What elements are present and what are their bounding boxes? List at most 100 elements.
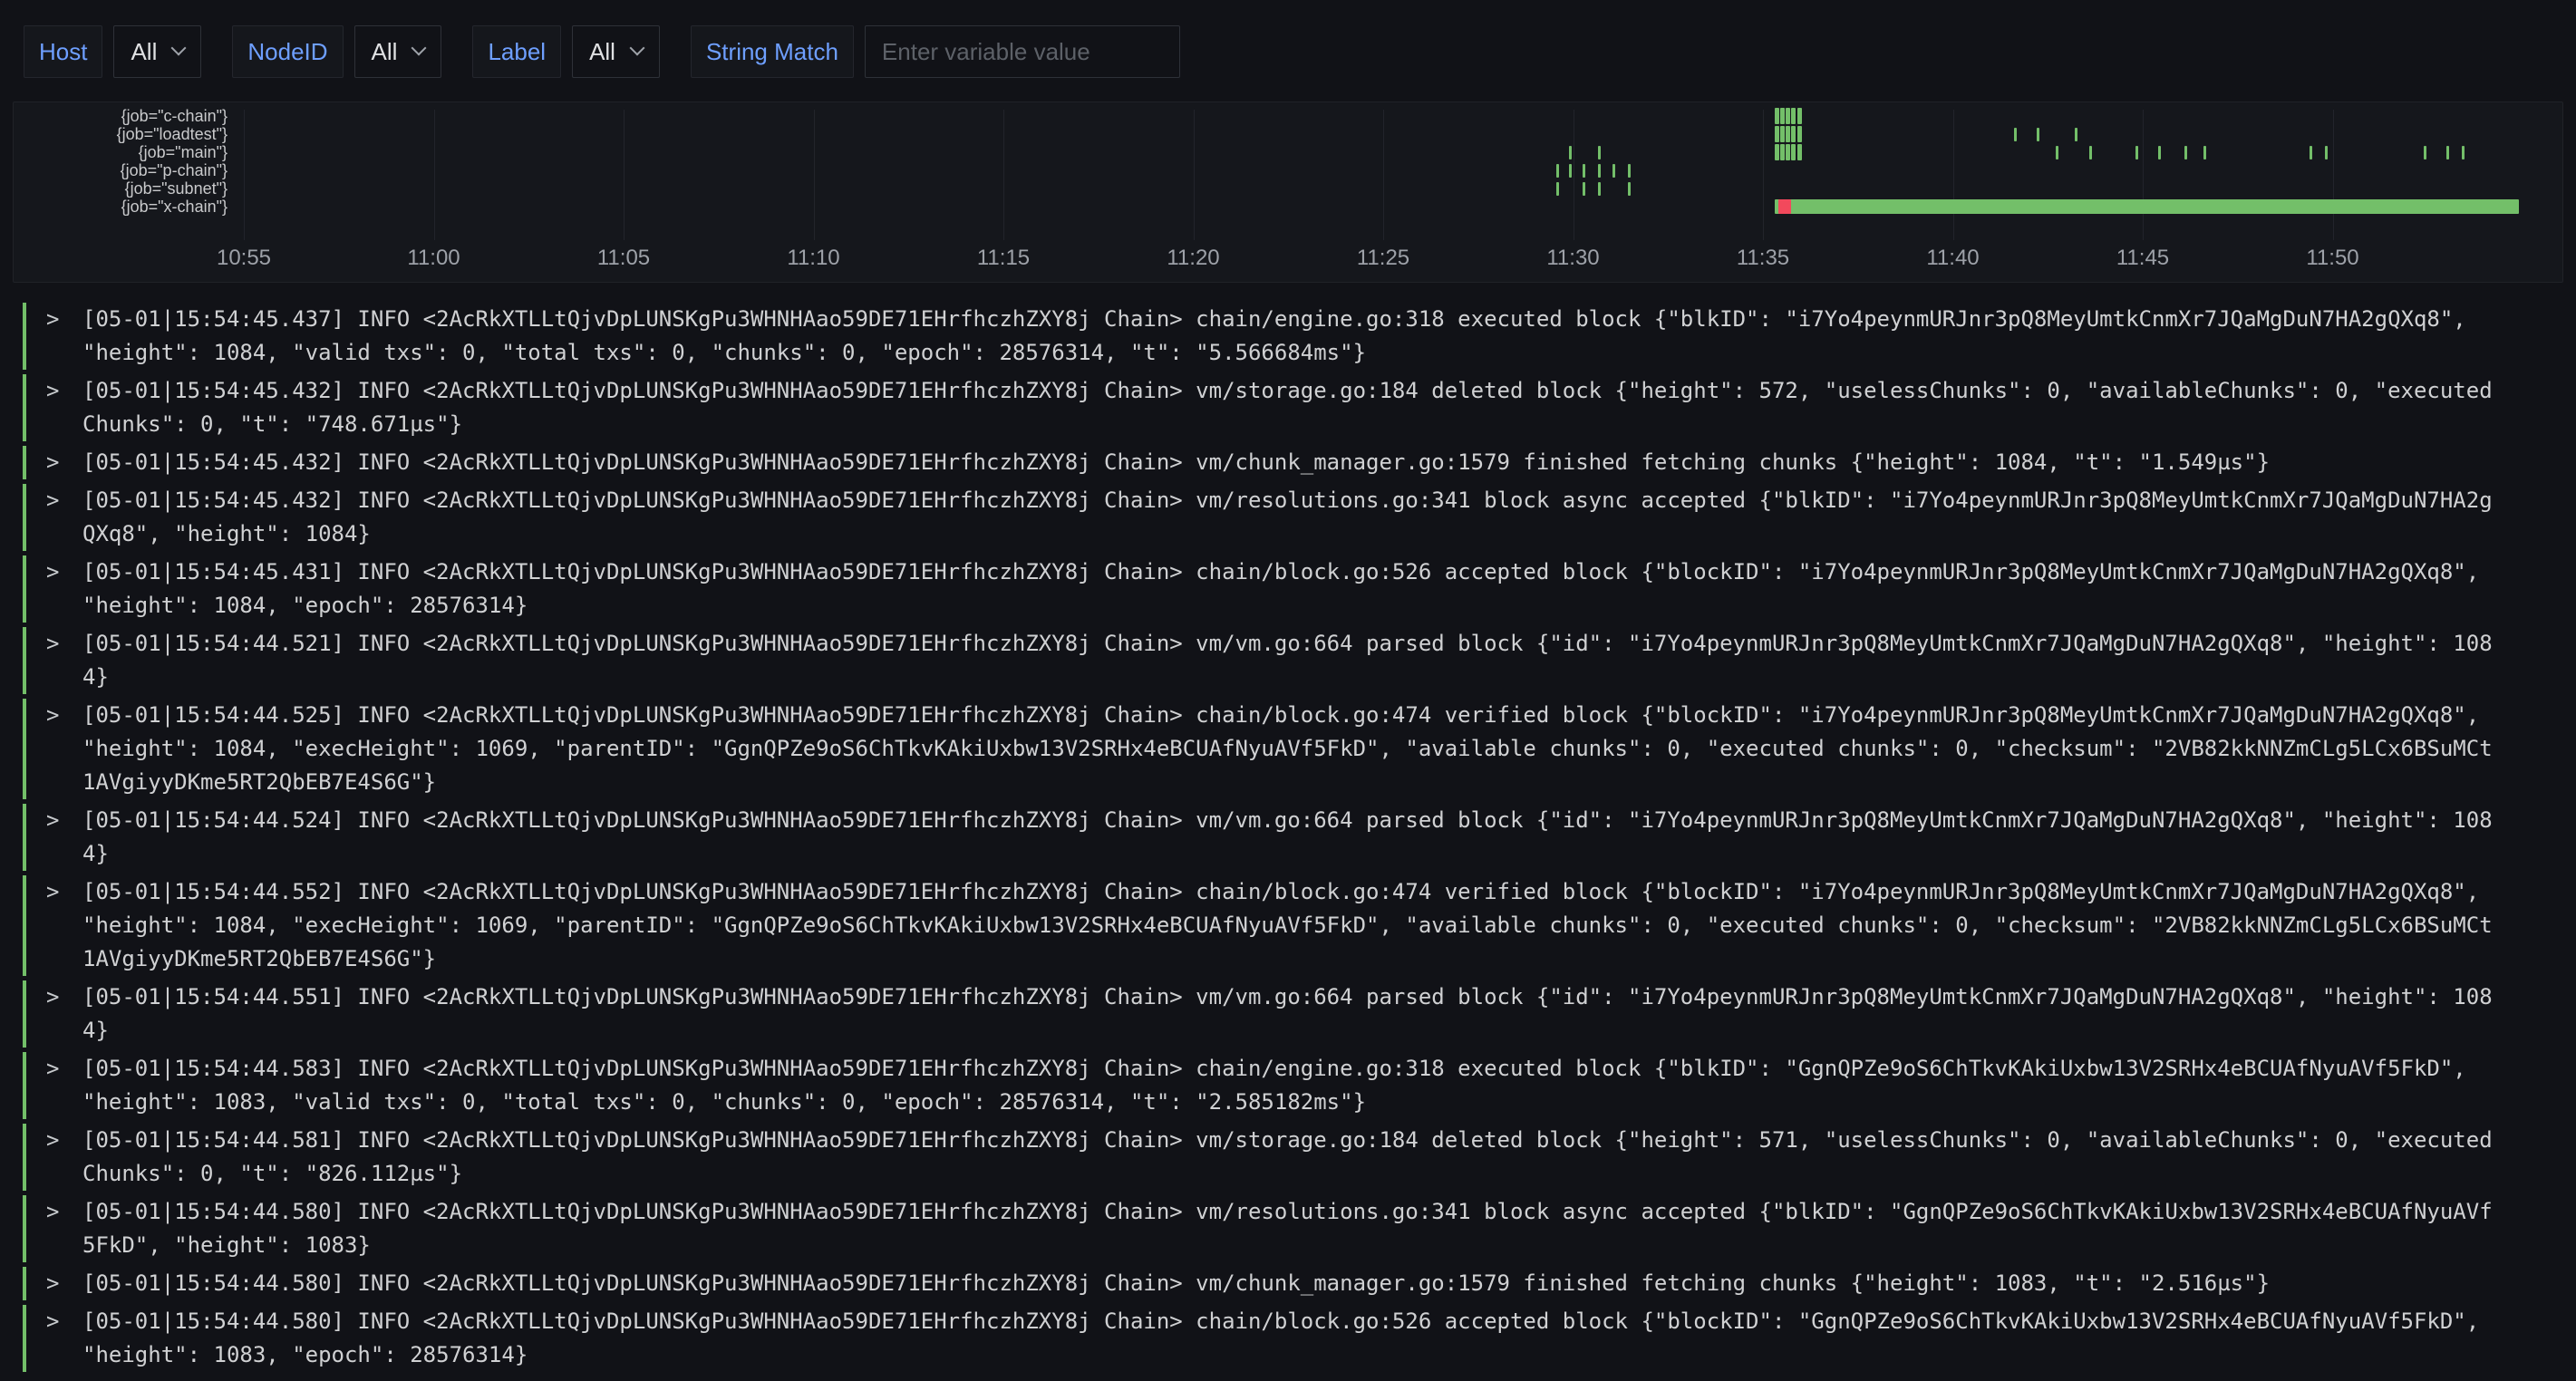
grid-line [1194, 110, 1195, 240]
log-row[interactable]: >[05-01|15:54:44.524] INFO <2AcRkXTLLtQj… [23, 804, 2563, 871]
expand-log-icon[interactable]: > [46, 1124, 82, 1191]
variable-host-value: All [131, 38, 157, 66]
time-tick-label: 11:05 [569, 246, 678, 271]
grid-line [1003, 110, 1004, 240]
log-volume-bar [1775, 199, 2519, 214]
log-row[interactable]: >[05-01|15:54:45.432] INFO <2AcRkXTLLtQj… [23, 484, 2563, 551]
variable-nodeid-select[interactable]: All [354, 25, 442, 78]
expand-log-icon[interactable]: > [46, 1052, 82, 1119]
log-row[interactable]: >[05-01|15:54:45.431] INFO <2AcRkXTLLtQj… [23, 555, 2563, 623]
expand-log-icon[interactable]: > [46, 1195, 82, 1262]
expand-log-icon[interactable]: > [46, 484, 82, 551]
expand-log-icon[interactable]: > [46, 446, 82, 479]
log-line-text: [05-01|15:54:44.525] INFO <2AcRkXTLLtQjv… [82, 699, 2493, 799]
variable-nodeid-label: NodeID [232, 25, 343, 78]
log-volume-mark [2014, 128, 2017, 141]
log-volume-mark [2462, 146, 2465, 159]
grid-line [624, 110, 625, 240]
expand-log-icon[interactable]: > [46, 980, 82, 1048]
log-volume-mark [1797, 126, 1802, 142]
log-line-text: [05-01|15:54:45.431] INFO <2AcRkXTLLtQjv… [82, 555, 2493, 623]
logs-panel: >[05-01|15:54:45.437] INFO <2AcRkXTLLtQj… [23, 303, 2563, 1372]
variable-label-select[interactable]: All [572, 25, 660, 78]
log-row[interactable]: >[05-01|15:54:44.521] INFO <2AcRkXTLLtQj… [23, 627, 2563, 694]
log-volume-mark [2325, 146, 2328, 159]
log-volume-mark [1775, 126, 1779, 142]
variable-string-match-input[interactable] [865, 25, 1180, 78]
log-row[interactable]: >[05-01|15:54:44.580] INFO <2AcRkXTLLtQj… [23, 1305, 2563, 1372]
lane-label: {job="loadtest"} [14, 125, 228, 143]
variable-label-value: All [589, 38, 615, 66]
log-line-text: [05-01|15:54:45.432] INFO <2AcRkXTLLtQjv… [82, 484, 2493, 551]
log-row[interactable]: >[05-01|15:54:45.432] INFO <2AcRkXTLLtQj… [23, 446, 2563, 479]
expand-log-icon[interactable]: > [46, 699, 82, 799]
log-line-text: [05-01|15:54:44.521] INFO <2AcRkXTLLtQjv… [82, 627, 2493, 694]
log-volume-mark [1780, 126, 1785, 142]
log-line-text: [05-01|15:54:44.551] INFO <2AcRkXTLLtQjv… [82, 980, 2493, 1048]
log-volume-mark [1780, 108, 1785, 124]
expand-log-icon[interactable]: > [46, 627, 82, 694]
log-row[interactable]: >[05-01|15:54:44.551] INFO <2AcRkXTLLtQj… [23, 980, 2563, 1048]
time-tick-label: 11:00 [380, 246, 489, 271]
log-volume-mark [2075, 128, 2077, 141]
log-row[interactable]: >[05-01|15:54:44.583] INFO <2AcRkXTLLtQj… [23, 1052, 2563, 1119]
lane-label: {job="p-chain"} [14, 161, 228, 179]
log-volume-mark [2135, 146, 2138, 159]
log-volume-mark [1583, 182, 1585, 196]
expand-log-icon[interactable]: > [46, 875, 82, 976]
log-row[interactable]: >[05-01|15:54:44.581] INFO <2AcRkXTLLtQj… [23, 1124, 2563, 1191]
variable-string-match: String Match [691, 25, 1180, 78]
expand-log-icon[interactable]: > [46, 374, 82, 441]
log-volume-mark [1786, 126, 1790, 142]
log-volume-mark [2310, 146, 2312, 159]
variable-nodeid-value: All [372, 38, 398, 66]
timeline-plot: 10:5511:0011:0511:1011:1511:2011:2511:30… [14, 102, 2562, 282]
log-line-text: [05-01|15:54:44.580] INFO <2AcRkXTLLtQjv… [82, 1195, 2493, 1262]
log-volume-mark [2203, 146, 2206, 159]
log-volume-mark [2184, 146, 2187, 159]
grid-line [814, 110, 815, 240]
log-volume-mark [1775, 144, 1779, 160]
grid-line [434, 110, 435, 240]
log-line-text: [05-01|15:54:44.524] INFO <2AcRkXTLLtQjv… [82, 804, 2493, 871]
variable-label-label: Label [472, 25, 561, 78]
log-row[interactable]: >[05-01|15:54:44.552] INFO <2AcRkXTLLtQj… [23, 875, 2563, 976]
variable-host-label: Host [24, 25, 102, 78]
variables-toolbar: Host All NodeID All Label All String Match [0, 0, 2576, 78]
expand-log-icon[interactable]: > [46, 1305, 82, 1372]
lane-label: {job="x-chain"} [14, 198, 228, 216]
chevron-down-icon [412, 41, 427, 56]
lane-label: {job="main"} [14, 143, 228, 161]
log-row[interactable]: >[05-01|15:54:45.432] INFO <2AcRkXTLLtQj… [23, 374, 2563, 441]
time-tick-label: 11:25 [1329, 246, 1438, 271]
log-line-text: [05-01|15:54:44.580] INFO <2AcRkXTLLtQjv… [82, 1267, 2493, 1300]
expand-log-icon[interactable]: > [46, 555, 82, 623]
log-row[interactable]: >[05-01|15:54:44.525] INFO <2AcRkXTLLtQj… [23, 699, 2563, 799]
expand-log-icon[interactable]: > [46, 1267, 82, 1300]
expand-log-icon[interactable]: > [46, 804, 82, 871]
log-volume-mark [1569, 164, 1572, 178]
log-line-text: [05-01|15:54:44.581] INFO <2AcRkXTLLtQjv… [82, 1124, 2493, 1191]
log-line-text: [05-01|15:54:44.580] INFO <2AcRkXTLLtQjv… [82, 1305, 2493, 1372]
expand-log-icon[interactable]: > [46, 303, 82, 370]
log-row[interactable]: >[05-01|15:54:44.580] INFO <2AcRkXTLLtQj… [23, 1195, 2563, 1262]
log-volume-mark [1569, 146, 1572, 159]
log-row[interactable]: >[05-01|15:54:44.580] INFO <2AcRkXTLLtQj… [23, 1267, 2563, 1300]
log-volume-mark [1786, 144, 1790, 160]
log-row[interactable]: >[05-01|15:54:45.437] INFO <2AcRkXTLLtQj… [23, 303, 2563, 370]
log-line-text: [05-01|15:54:45.432] INFO <2AcRkXTLLtQjv… [82, 446, 2493, 479]
log-volume-mark [1598, 146, 1601, 159]
log-volume-mark [1791, 108, 1796, 124]
variable-label: Label All [472, 25, 660, 78]
variable-host-select[interactable]: All [113, 25, 201, 78]
log-volume-mark [1598, 164, 1601, 178]
grid-line [1953, 110, 1954, 240]
time-tick-label: 11:45 [2088, 246, 2197, 271]
log-volume-mark [1583, 164, 1585, 178]
log-volume-mark [2158, 146, 2161, 159]
log-volume-mark [2446, 146, 2449, 159]
log-volume-timeline-panel[interactable]: 10:5511:0011:0511:1011:1511:2011:2511:30… [13, 101, 2563, 283]
log-line-text: [05-01|15:54:45.432] INFO <2AcRkXTLLtQjv… [82, 374, 2493, 441]
time-tick-label: 11:35 [1709, 246, 1817, 271]
variable-host: Host All [24, 25, 201, 78]
